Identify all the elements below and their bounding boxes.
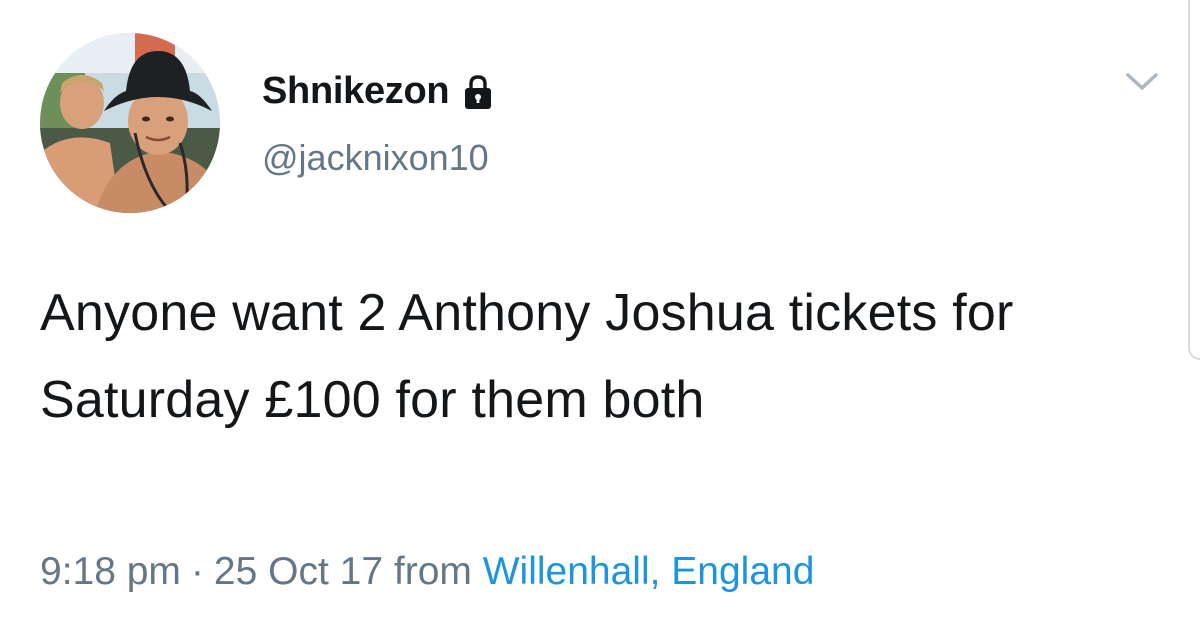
avatar[interactable] (40, 33, 220, 213)
avatar-photo (40, 33, 220, 213)
chevron-down-icon[interactable] (1124, 66, 1160, 96)
scroll-edge (1188, 0, 1200, 360)
tweet-date[interactable]: 25 Oct 17 (214, 550, 383, 593)
location-link[interactable]: Willenhall, England (483, 550, 815, 593)
lock-icon (463, 74, 493, 110)
display-name-row[interactable]: Shnikezon (262, 70, 493, 113)
from-label: from (393, 550, 472, 593)
tweet-meta: 9:18 pm · 25 Oct 17 from Willenhall, Engla… (40, 550, 814, 594)
meta-separator: · (190, 550, 204, 593)
tweet-time[interactable]: 9:18 pm (40, 550, 181, 593)
tweet-text: Anyone want 2 Anthony Joshua tickets for… (40, 284, 1014, 429)
tweet-card: Shnikezon @jacknixon10 Anyone want 2 Ant… (0, 0, 1200, 631)
user-handle[interactable]: @jacknixon10 (262, 137, 489, 179)
display-name[interactable]: Shnikezon (262, 70, 450, 113)
